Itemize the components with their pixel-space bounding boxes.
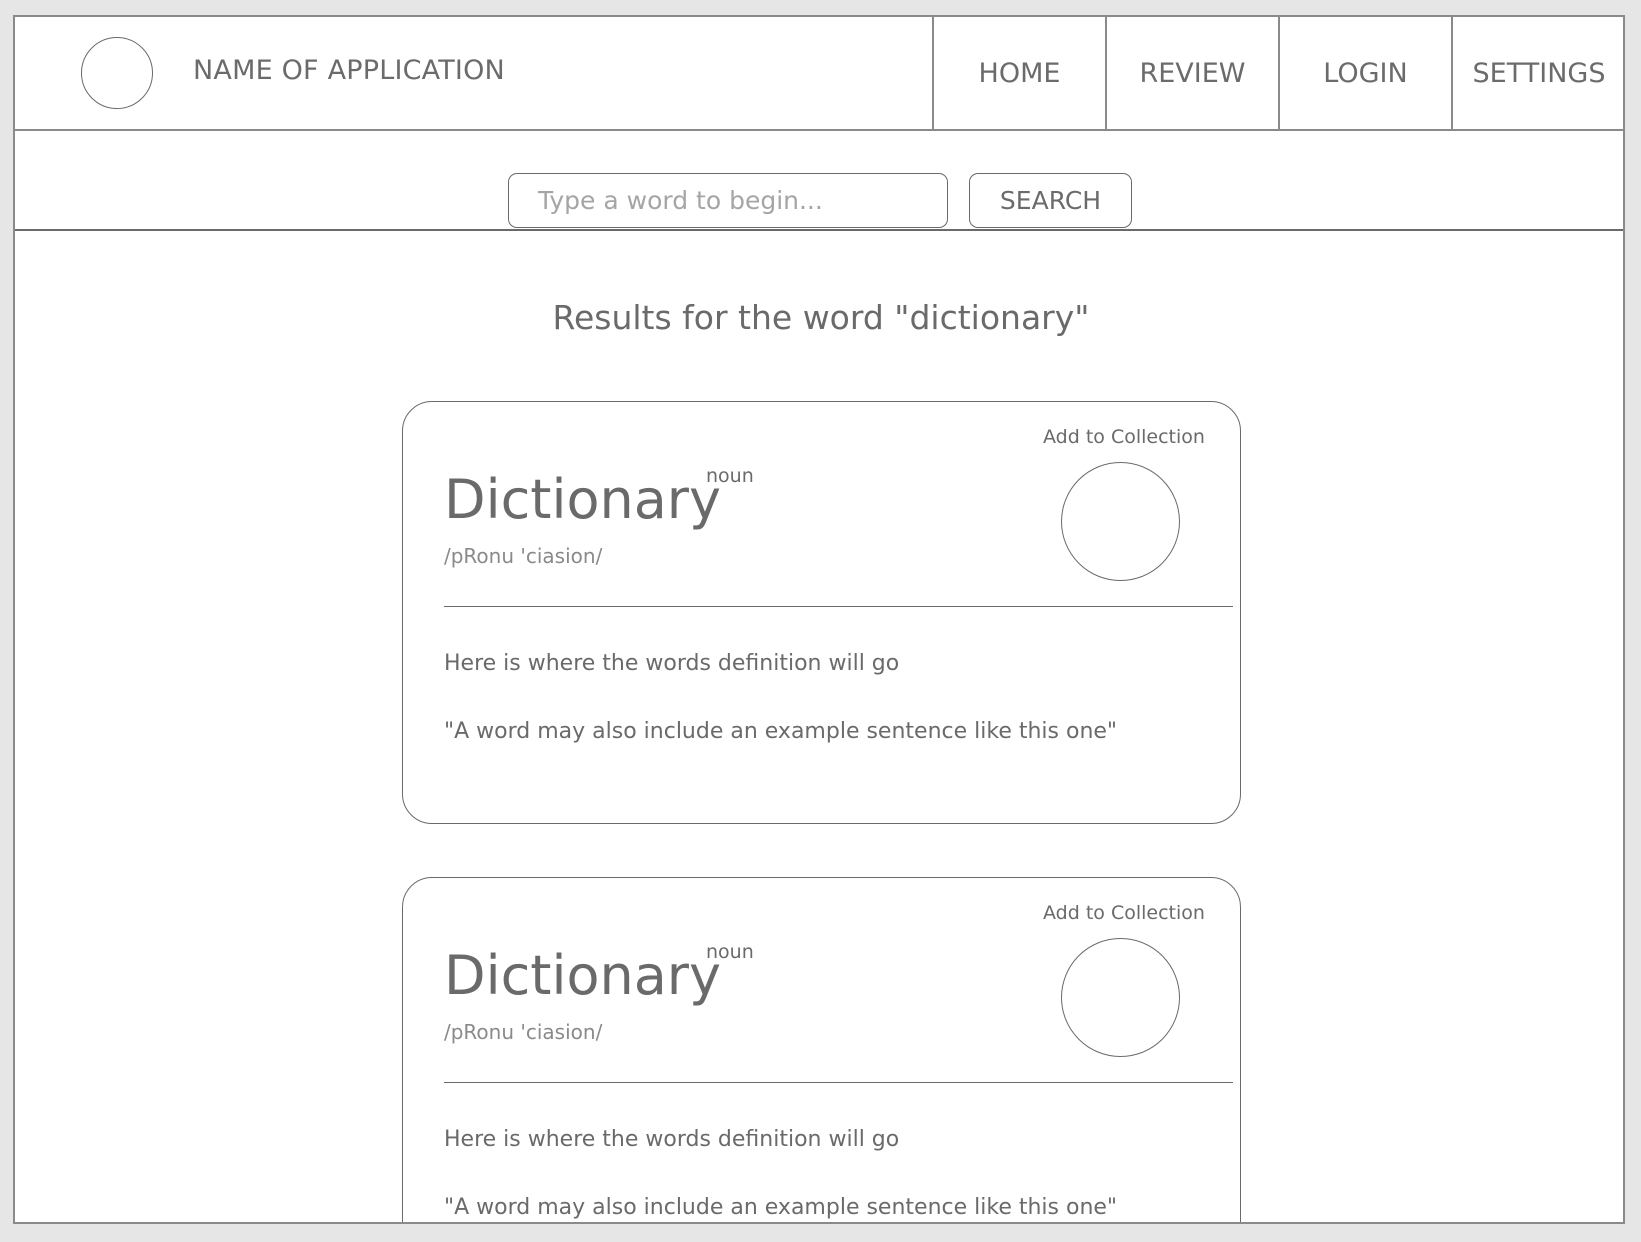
example-sentence: "A word may also include an example sent… [444, 1195, 1118, 1220]
app-logo-icon[interactable] [81, 37, 153, 109]
word-card: Dictionary noun /pRonu 'ciasion/ Add to … [402, 877, 1241, 1222]
search-button[interactable]: SEARCH [969, 173, 1132, 228]
results-title: Results for the word "dictionary" [552, 298, 1090, 337]
part-of-speech: noun [706, 941, 754, 963]
nav-review[interactable]: REVIEW [1105, 17, 1278, 129]
nav-home[interactable]: HOME [932, 17, 1105, 129]
definition-text: Here is where the words definition will … [444, 1127, 900, 1152]
part-of-speech: noun [706, 465, 754, 487]
card-divider [444, 606, 1233, 607]
search-input[interactable] [508, 173, 948, 228]
top-navbar: NAME OF APPLICATION HOME REVIEW LOGIN SE… [15, 17, 1623, 131]
word-title: Dictionary [444, 468, 721, 531]
nav-settings[interactable]: SETTINGS [1451, 17, 1623, 129]
nav-login[interactable]: LOGIN [1278, 17, 1451, 129]
example-sentence: "A word may also include an example sent… [444, 719, 1118, 744]
pronunciation: /pRonu 'ciasion/ [444, 1020, 603, 1044]
add-to-collection-label: Add to Collection [1043, 426, 1205, 448]
card-divider [444, 1082, 1233, 1083]
search-bar: SEARCH [15, 131, 1623, 231]
add-to-collection-button[interactable] [1061, 938, 1180, 1057]
pronunciation: /pRonu 'ciasion/ [444, 544, 603, 568]
definition-text: Here is where the words definition will … [444, 651, 900, 676]
word-title: Dictionary [444, 944, 721, 1007]
app-name: NAME OF APPLICATION [193, 55, 505, 86]
word-card: Dictionary noun /pRonu 'ciasion/ Add to … [402, 401, 1241, 824]
add-to-collection-button[interactable] [1061, 462, 1180, 581]
add-to-collection-label: Add to Collection [1043, 902, 1205, 924]
app-window: NAME OF APPLICATION HOME REVIEW LOGIN SE… [13, 15, 1625, 1224]
